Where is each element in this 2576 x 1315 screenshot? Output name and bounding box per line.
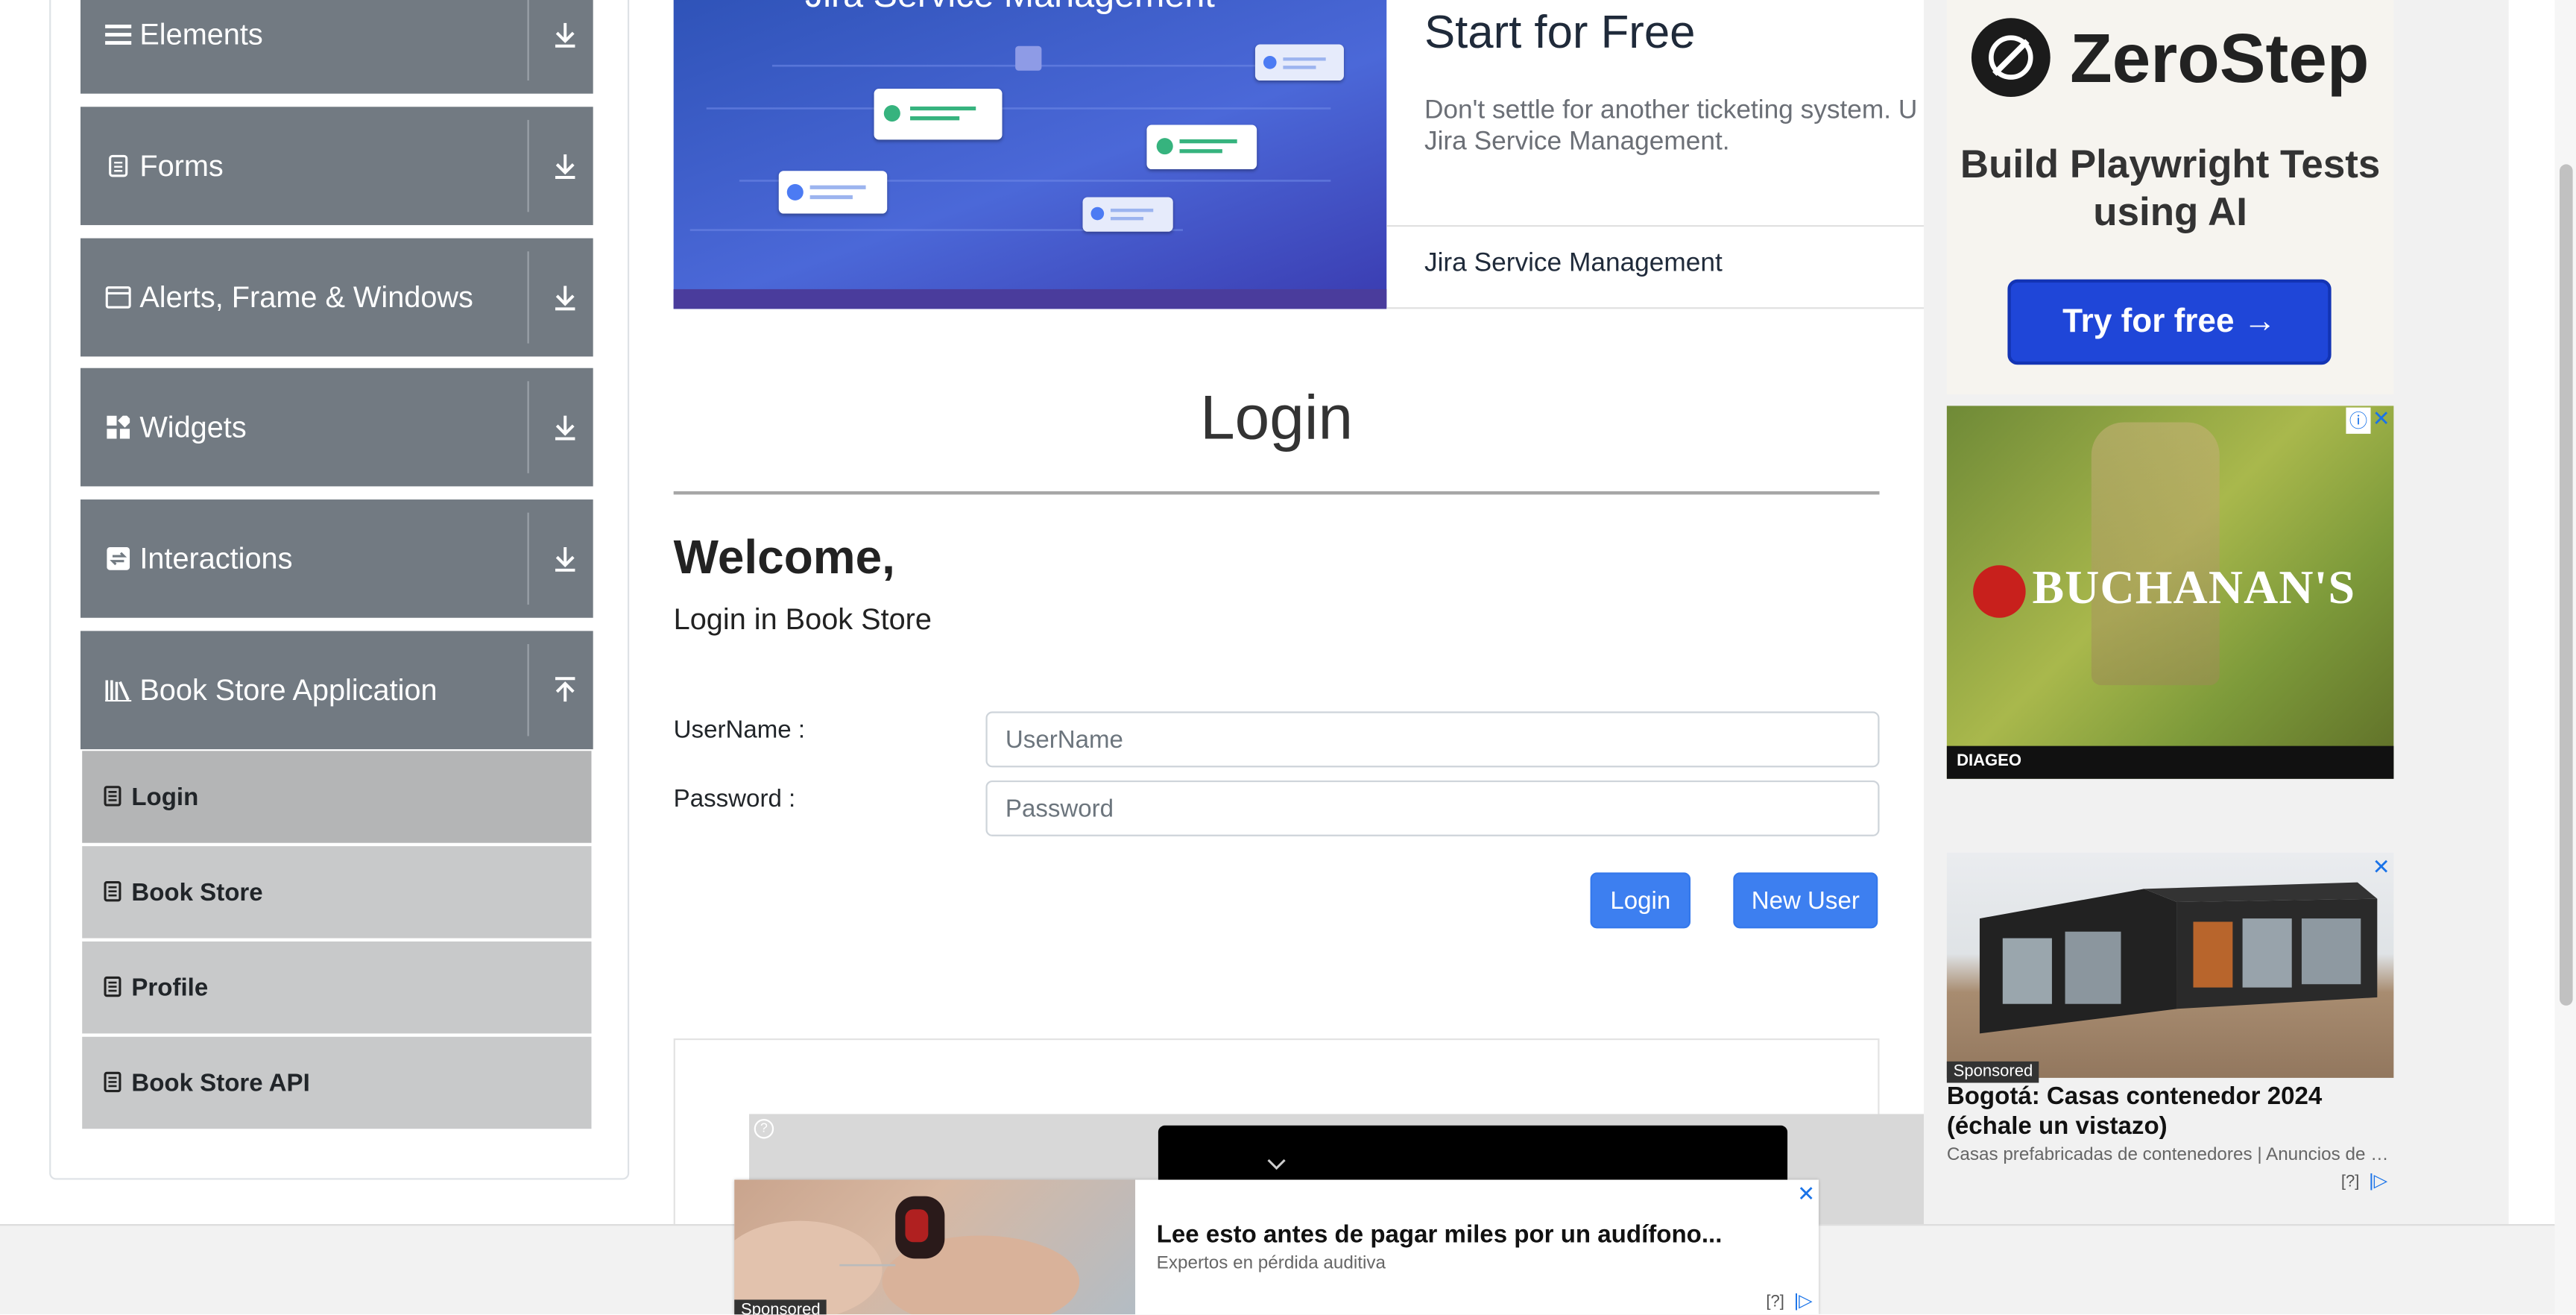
container-house-illustration: [1979, 882, 2378, 1034]
item-icon: [104, 786, 123, 809]
sidebar-group-label: Alerts, Frame & Windows: [139, 280, 473, 313]
adchoices-icon[interactable]: |▷: [1794, 1290, 1813, 1311]
illustration-badge: [1015, 45, 1042, 71]
expand-icon[interactable]: [550, 18, 580, 51]
illustration-card: [1082, 197, 1173, 232]
sponsored-label: Sponsored: [734, 1299, 827, 1315]
divider: [527, 512, 529, 605]
zerostep-tagline: Build Playwright Tests using AI: [1960, 142, 2381, 236]
chevron-down-icon[interactable]: [1266, 1158, 1286, 1172]
houses-ad-image[interactable]: [1946, 852, 2394, 1078]
jira-image-footer: [673, 288, 1387, 309]
collapse-icon[interactable]: [550, 674, 580, 707]
illustration-card: [1146, 124, 1257, 170]
divider: [1386, 224, 1926, 227]
whisky-brand: BUCHANAN'S: [2032, 561, 2356, 615]
sponsored-badge: Sponsored: [1946, 1055, 2040, 1085]
houses-ad-subtitle: Casas prefabricadas de contenedores | An…: [1946, 1145, 2394, 1165]
document-icon: [104, 151, 133, 181]
sidebar-group-label: Forms: [139, 148, 224, 182]
title-divider: [673, 491, 1880, 495]
item-icon: [104, 880, 123, 904]
username-input[interactable]: [985, 711, 1880, 768]
ad-advertiser[interactable]: Jira Service Management: [1424, 250, 1723, 280]
divider: [1386, 307, 1926, 309]
sidebar-item-login[interactable]: Login: [82, 751, 592, 843]
sidebar-item-book-store[interactable]: Book Store: [82, 846, 592, 939]
welcome-heading: Welcome,: [673, 532, 895, 585]
bottom-ad-source: Expertos en pérdida auditiva: [1156, 1253, 1386, 1274]
sidebar-group-elements[interactable]: Elements: [80, 0, 593, 94]
expand-icon[interactable]: [550, 542, 580, 575]
jira-ad-image[interactable]: Jira Service Management: [673, 0, 1387, 309]
window-icon: [104, 283, 133, 312]
expand-icon[interactable]: [550, 281, 580, 314]
sidebar-group-interactions[interactable]: Interactions: [80, 499, 593, 618]
zerostep-brand: ZeroStep: [2070, 19, 2370, 98]
sidebar-item-book-store-api[interactable]: Book Store API: [82, 1036, 592, 1129]
sponsored-label: Sponsored: [1946, 1061, 2040, 1083]
sidebar-item-label: Book Store: [131, 878, 263, 906]
new-user-button[interactable]: New User: [1733, 872, 1878, 929]
scrollbar-thumb[interactable]: [2559, 164, 2573, 1006]
hamburger-icon: [104, 19, 133, 49]
illustration-card: [778, 171, 888, 214]
item-icon: [104, 976, 123, 999]
password-input[interactable]: [985, 780, 1880, 836]
bottle-image: [2091, 422, 2220, 686]
divider: [527, 0, 529, 81]
interactions-icon: [104, 544, 133, 574]
sidebar-item-label: Login: [131, 783, 199, 811]
sponsored-badge: Sponsored: [734, 1293, 827, 1315]
welcome-subtitle: Login in Book Store: [673, 602, 932, 636]
sidebar-item-label: Book Store API: [131, 1068, 310, 1097]
seal-icon: [1973, 565, 2026, 618]
sidebar-group-book-store-application[interactable]: Book Store Application: [80, 631, 593, 750]
info-icon[interactable]: ?: [754, 1118, 774, 1139]
item-icon: [104, 1071, 123, 1094]
login-button[interactable]: Login: [1590, 872, 1691, 929]
illustration-card: [874, 89, 1003, 140]
sidebar-group-label: Book Store Application: [139, 672, 438, 706]
ad-title[interactable]: Start for Free: [1424, 7, 1696, 60]
try-for-free-button[interactable]: Try for free →: [2007, 279, 2332, 365]
ad-body: Don't settle for another ticketing syste…: [1424, 97, 1918, 157]
houses-ad-title[interactable]: Bogotá: Casas contenedor 2024 (échale un…: [1947, 1083, 2394, 1142]
divider: [527, 251, 529, 344]
help-link[interactable]: [?]: [1766, 1293, 1784, 1311]
page-title: Login: [1200, 384, 1354, 454]
username-label: UserName :: [673, 716, 806, 745]
password-label: Password :: [673, 785, 796, 814]
close-icon[interactable]: ✕: [1797, 1182, 1815, 1208]
adchoices-icon[interactable]: ⓘ: [2346, 407, 2371, 434]
expand-icon[interactable]: [550, 150, 580, 183]
bottom-ad-headline[interactable]: Lee esto antes de pagar miles por un aud…: [1157, 1221, 1723, 1249]
help-link[interactable]: [?]: [2341, 1173, 2360, 1191]
sidebar-item-label: Profile: [131, 973, 209, 1002]
whisky-footer: DIAGEO: [1946, 745, 2394, 779]
sidebar-group-forms[interactable]: Forms: [80, 107, 593, 225]
sidebar-group-widgets[interactable]: Widgets: [80, 368, 593, 487]
divider: [527, 119, 529, 212]
sidebar-group-label: Interactions: [139, 541, 293, 575]
adchoices-icon[interactable]: |▷: [2369, 1170, 2387, 1191]
diageo-label: DIAGEO: [1957, 752, 2022, 771]
divider: [527, 644, 529, 737]
close-icon[interactable]: ✕: [2373, 854, 2390, 880]
illustration-card: [1254, 44, 1344, 81]
divider: [527, 381, 529, 473]
expand-icon[interactable]: [550, 411, 580, 444]
sidebar-item-profile[interactable]: Profile: [82, 941, 592, 1034]
books-icon: [104, 675, 133, 705]
zerostep-logo-icon: [1971, 18, 2051, 98]
sidebar-group-label: Elements: [139, 17, 263, 51]
close-icon[interactable]: ✕: [2373, 406, 2390, 432]
sidebar-group-label: Widgets: [139, 409, 247, 444]
sidebar-group-alerts[interactable]: Alerts, Frame & Windows: [80, 238, 593, 357]
widgets-icon: [104, 412, 133, 442]
